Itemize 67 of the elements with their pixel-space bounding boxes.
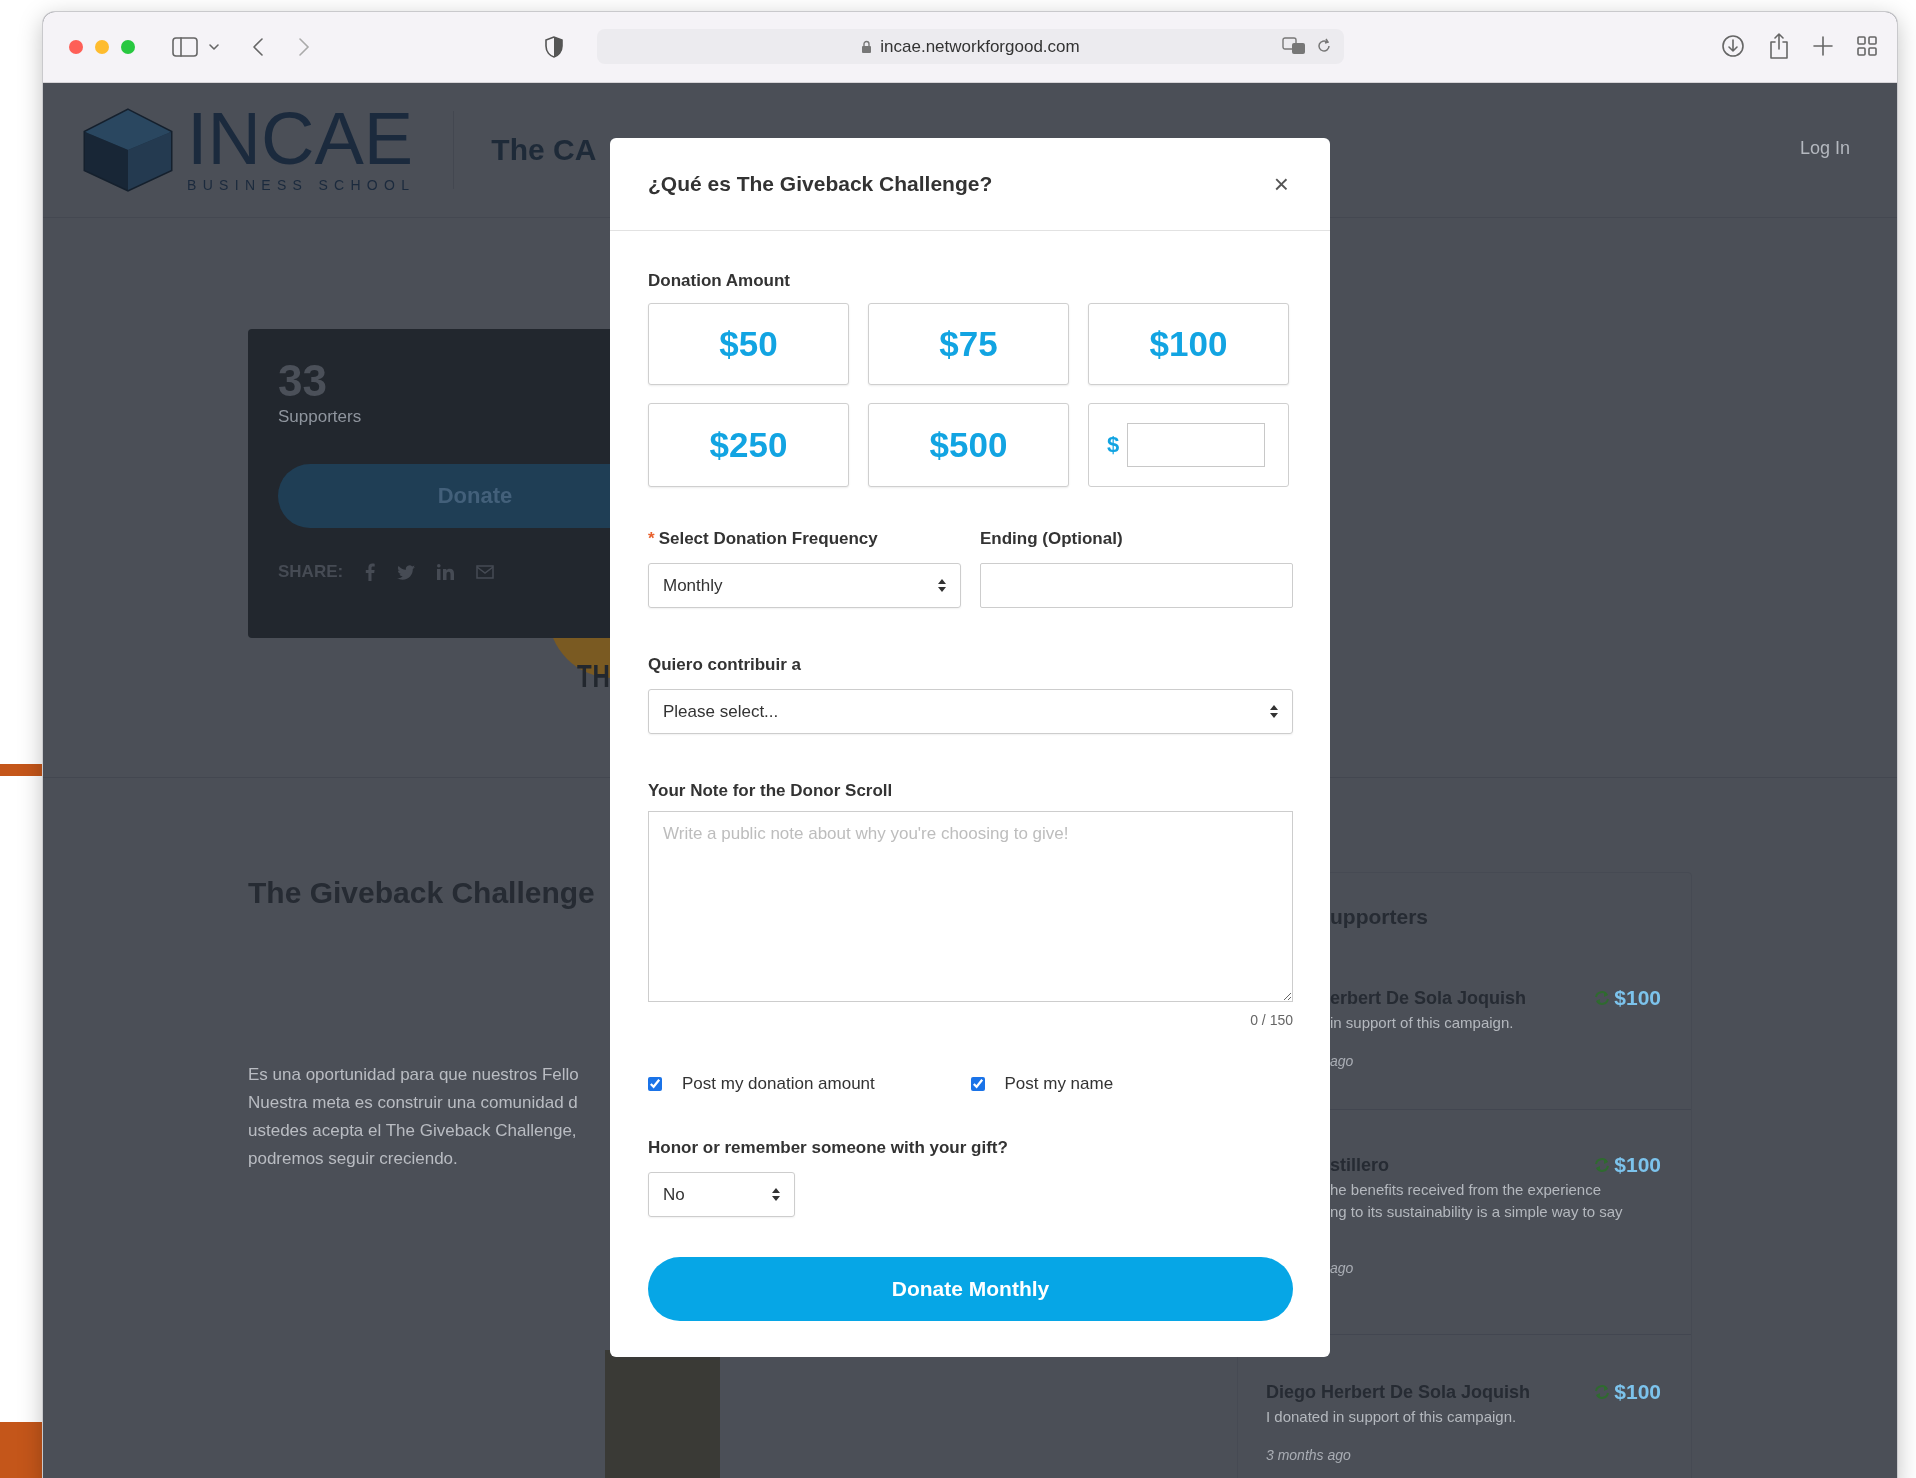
supporter-message-line: in support of this campaign. (1330, 1014, 1514, 1031)
supporter-time: ago (1330, 1260, 1354, 1276)
translate-icon[interactable] (1282, 37, 1306, 55)
hexagon-cube-icon (83, 108, 173, 192)
checkbox[interactable] (970, 1077, 985, 1091)
donate-submit-button[interactable]: Donate Monthly (648, 1257, 1293, 1321)
field-label: Your Note for the Donor Scroll (648, 781, 894, 801)
supporter-message-line: ng to its sustainability is a simple way to say (1330, 1203, 1623, 1220)
address-bar[interactable]: incae.networkforgood.com (597, 29, 1344, 64)
artwork-text: TH (577, 658, 611, 695)
note-field[interactable]: Write a public note about why you're choosing to give! (648, 811, 1293, 1002)
custom-amount-option[interactable]: $ (1088, 403, 1289, 487)
paragraph-line: Es una oportunidad para que nuestros Fello (248, 1064, 579, 1086)
currency-symbol: $ (1107, 432, 1120, 458)
supporter-time: ago (1330, 1053, 1354, 1069)
lock-icon (861, 39, 873, 54)
paragraph-line: podremos seguir creciendo. (248, 1148, 458, 1170)
sidebar-icon[interactable] (172, 37, 198, 57)
zoom-window-button[interactable] (121, 40, 135, 54)
custom-amount-field[interactable] (1127, 423, 1266, 467)
required-marker: * (648, 529, 655, 549)
donation-amount: $100 (1614, 1380, 1661, 1404)
forward-icon[interactable] (298, 37, 310, 57)
close-button[interactable]: × (1269, 170, 1293, 198)
frequency-select[interactable]: Monthly (648, 563, 961, 608)
checkbox-label: Post my name (1004, 1074, 1114, 1094)
dialog-title: ¿Qué es The Giveback Challenge? (648, 172, 993, 196)
supporter-time: 3 months ago (1266, 1447, 1351, 1463)
amount-option[interactable]: $500 (868, 403, 1069, 487)
checkbox-label: Post my donation amount (682, 1074, 875, 1094)
checkbox[interactable] (648, 1077, 662, 1091)
field-label: Select Donation Frequency (658, 529, 878, 549)
login-link[interactable]: Log In (1799, 138, 1850, 159)
field-label: Quiero contribuir a (648, 655, 803, 675)
url-text: incae.networkforgood.com (880, 36, 1080, 57)
field-label: Donation Amount (648, 271, 791, 291)
amount-option[interactable]: $250 (648, 403, 849, 487)
select-arrows-icon (1270, 705, 1278, 718)
share-icon[interactable] (1769, 33, 1789, 59)
select-arrows-icon (938, 579, 946, 592)
field-label: Honor or remember someone with your gift? (648, 1138, 1009, 1158)
character-counter: 0 / 150 (1249, 1012, 1293, 1028)
tabs-grid-icon[interactable] (1857, 36, 1877, 56)
donation-amount: $100 (1614, 1153, 1661, 1177)
close-window-button[interactable] (69, 40, 83, 54)
amount-option[interactable]: $100 (1088, 303, 1289, 385)
amount-option[interactable]: $50 (648, 303, 849, 385)
ending-date-field[interactable] (980, 563, 1293, 608)
contribution-select[interactable]: Please select... (648, 689, 1293, 734)
paragraph-line: ustedes acepta el The Giveback Challenge, (248, 1120, 577, 1142)
select-arrows-icon (772, 1188, 780, 1201)
backdrop-block (0, 1422, 43, 1478)
supporter-message-line: I donated in support of this campaign. (1266, 1408, 1517, 1425)
paragraph-line: Nuestra meta es construir una comunidad d (248, 1092, 578, 1114)
back-icon[interactable] (252, 37, 264, 57)
backdrop-stripe (0, 764, 43, 776)
supporter-count-label: Supporters (278, 407, 363, 427)
download-icon[interactable] (1721, 34, 1745, 58)
supporter-message-line: he benefits received from the experience (1330, 1181, 1601, 1198)
donation-amount: $100 (1614, 986, 1661, 1010)
plus-icon[interactable] (1813, 36, 1833, 56)
reload-icon[interactable] (1316, 38, 1332, 54)
honor-select[interactable]: No (648, 1172, 795, 1217)
field-label: Ending (Optional) (980, 529, 1124, 549)
shield-icon[interactable] (545, 36, 563, 58)
chevron-down-icon[interactable] (208, 43, 220, 51)
amount-option[interactable]: $75 (868, 303, 1069, 385)
